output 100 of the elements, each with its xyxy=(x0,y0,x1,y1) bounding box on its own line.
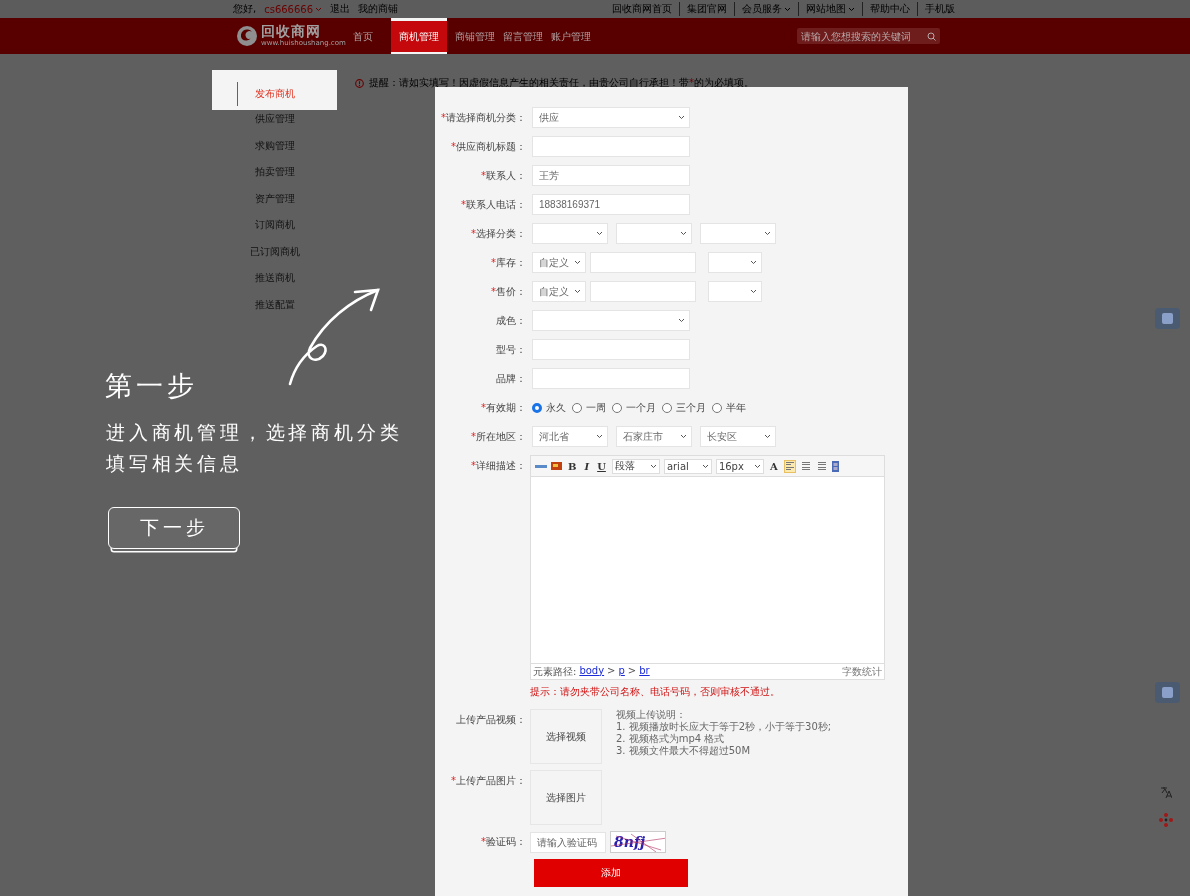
step-title: 第一步 xyxy=(105,369,198,403)
input-field[interactable] xyxy=(590,252,696,273)
radio-button[interactable] xyxy=(712,402,722,413)
field-label: 上传产品视频： xyxy=(455,713,527,727)
rich-text-editor[interactable]: B I U 段落 arial 16px A 元素路径: body > p > br 字数统计 xyxy=(530,455,885,680)
field-label: *所在地区： xyxy=(470,430,527,444)
chevron-icon xyxy=(680,434,687,439)
chevron-icon xyxy=(764,231,771,236)
chevron-icon xyxy=(680,231,687,236)
input-field[interactable] xyxy=(532,368,690,389)
notice-text: 提醒：请如实填写！因虚假信息产生的相关责任，由贵公司自行承担！带*的为必填项。 xyxy=(369,76,754,90)
chevron-icon xyxy=(596,231,603,236)
field-label: *选择分类： xyxy=(470,227,527,241)
input-field[interactable] xyxy=(590,281,696,302)
select-field[interactable]: 河北省 xyxy=(532,426,608,447)
radio-option[interactable]: 永久 xyxy=(532,400,566,415)
caret-icon xyxy=(649,463,657,469)
html-icon[interactable] xyxy=(535,463,547,469)
radio-button[interactable] xyxy=(662,402,672,413)
align-button[interactable] xyxy=(783,459,796,473)
field-label: *联系人电话： xyxy=(460,198,527,212)
font-select[interactable]: arial xyxy=(663,458,712,474)
select-field[interactable] xyxy=(532,223,608,244)
image-icon[interactable] xyxy=(551,462,562,470)
paragraph-select[interactable]: 段落 xyxy=(611,458,660,474)
size-select[interactable]: 16px xyxy=(715,458,764,474)
sidebar-item[interactable]: 发布商机 xyxy=(212,70,337,110)
radio-option[interactable]: 半年 xyxy=(712,400,746,415)
field-label: *供应商机标题： xyxy=(450,140,527,154)
chevron-icon xyxy=(750,289,757,294)
select-field[interactable] xyxy=(708,281,762,302)
select-field[interactable]: 石家庄市 xyxy=(616,426,692,447)
format-button[interactable]: U xyxy=(595,460,608,472)
add-button[interactable]: 添加 xyxy=(534,859,688,887)
logo-icon xyxy=(236,25,258,47)
input-field[interactable]: 18838169371 xyxy=(532,194,690,215)
chevron-icon xyxy=(678,115,685,120)
chevron-icon xyxy=(750,260,757,265)
nav-tab[interactable]: 商铺管理 xyxy=(451,18,499,54)
dots-icon[interactable] xyxy=(1159,813,1173,827)
field-label: *验证码： xyxy=(480,835,527,849)
step-description: 填写相关信息 xyxy=(106,451,243,476)
upload-notes: 视频上传说明： 1. 视频播放时长应大于等于2秒，小于等于30秒; 2. 视频格式为mp4 格式 3. 视频文件最大不得超过50M xyxy=(616,709,832,757)
format-button[interactable]: I xyxy=(582,460,592,472)
nav-tab[interactable]: 首页 xyxy=(349,18,377,54)
select-field[interactable] xyxy=(616,223,692,244)
select-field[interactable] xyxy=(708,252,762,273)
hint-text: 提示：请勿夹带公司名称、电话号码，否则审核不通过。 xyxy=(530,685,781,699)
select-field[interactable] xyxy=(532,310,690,331)
chevron-icon xyxy=(764,434,771,439)
chevron-icon xyxy=(574,289,581,294)
next-button[interactable]: 下一步 xyxy=(108,507,240,549)
radio-button[interactable] xyxy=(572,402,582,413)
nav-tab[interactable]: 留言管理 xyxy=(499,18,547,54)
field-label: *请选择商机分类： xyxy=(440,111,527,125)
element-path: 元素路径: body > p > br xyxy=(533,664,650,679)
radio-option[interactable]: 一周 xyxy=(572,400,606,415)
greeting: 您好, xyxy=(233,2,257,16)
caret-icon xyxy=(315,6,323,12)
radio-option[interactable]: 三个月 xyxy=(662,400,706,415)
align-button[interactable] xyxy=(815,459,828,473)
chevron-icon xyxy=(596,434,603,439)
chevron-icon xyxy=(678,318,685,323)
upload-button[interactable]: 选择图片 xyxy=(530,770,602,825)
upload-button[interactable]: 选择视频 xyxy=(530,709,602,764)
select-field[interactable] xyxy=(700,223,776,244)
field-label: *详细描述： xyxy=(470,459,527,473)
search-field[interactable]: 请输入您想搜索的关键词 xyxy=(797,28,940,44)
font-color-button[interactable]: A xyxy=(767,460,780,472)
caret-icon xyxy=(701,463,709,469)
field-label: *有效期： xyxy=(480,401,527,415)
step-description: 进入商机管理，选择商机分类 xyxy=(106,420,403,445)
caret-icon xyxy=(753,463,761,469)
radio-button[interactable] xyxy=(612,402,622,413)
input-field[interactable] xyxy=(532,339,690,360)
translate-icon[interactable] xyxy=(1160,786,1172,799)
radio-option[interactable]: 一个月 xyxy=(612,400,656,415)
search-icon[interactable] xyxy=(927,31,936,41)
align-button[interactable] xyxy=(799,459,812,473)
select-field[interactable]: 长安区 xyxy=(700,426,776,447)
nav-tab[interactable]: 账户管理 xyxy=(547,18,595,54)
field-label: 型号： xyxy=(495,343,527,357)
nav-tab[interactable]: 商机管理 xyxy=(391,18,447,54)
radio-button[interactable] xyxy=(532,402,542,413)
field-label: *库存： xyxy=(490,256,527,270)
captcha-image[interactable]: 8nfj xyxy=(610,831,666,853)
chat-icon[interactable] xyxy=(1155,682,1180,703)
unit-select[interactable]: 自定义 xyxy=(532,281,586,302)
captcha-field[interactable]: 请输入验证码 xyxy=(530,831,606,853)
unit-select[interactable]: 自定义 xyxy=(532,252,586,273)
word-count: 字数统计 xyxy=(842,664,882,679)
input-field[interactable] xyxy=(532,136,690,157)
field-label: 成色： xyxy=(495,314,527,328)
video-icon[interactable] xyxy=(831,460,839,472)
input-field[interactable]: 王芳 xyxy=(532,165,690,186)
chat-icon[interactable] xyxy=(1155,308,1180,329)
field-label: *上传产品图片： xyxy=(450,774,527,788)
select-field[interactable]: 供应 xyxy=(532,107,690,128)
format-button[interactable]: B xyxy=(566,460,579,472)
chevron-icon xyxy=(574,260,581,265)
